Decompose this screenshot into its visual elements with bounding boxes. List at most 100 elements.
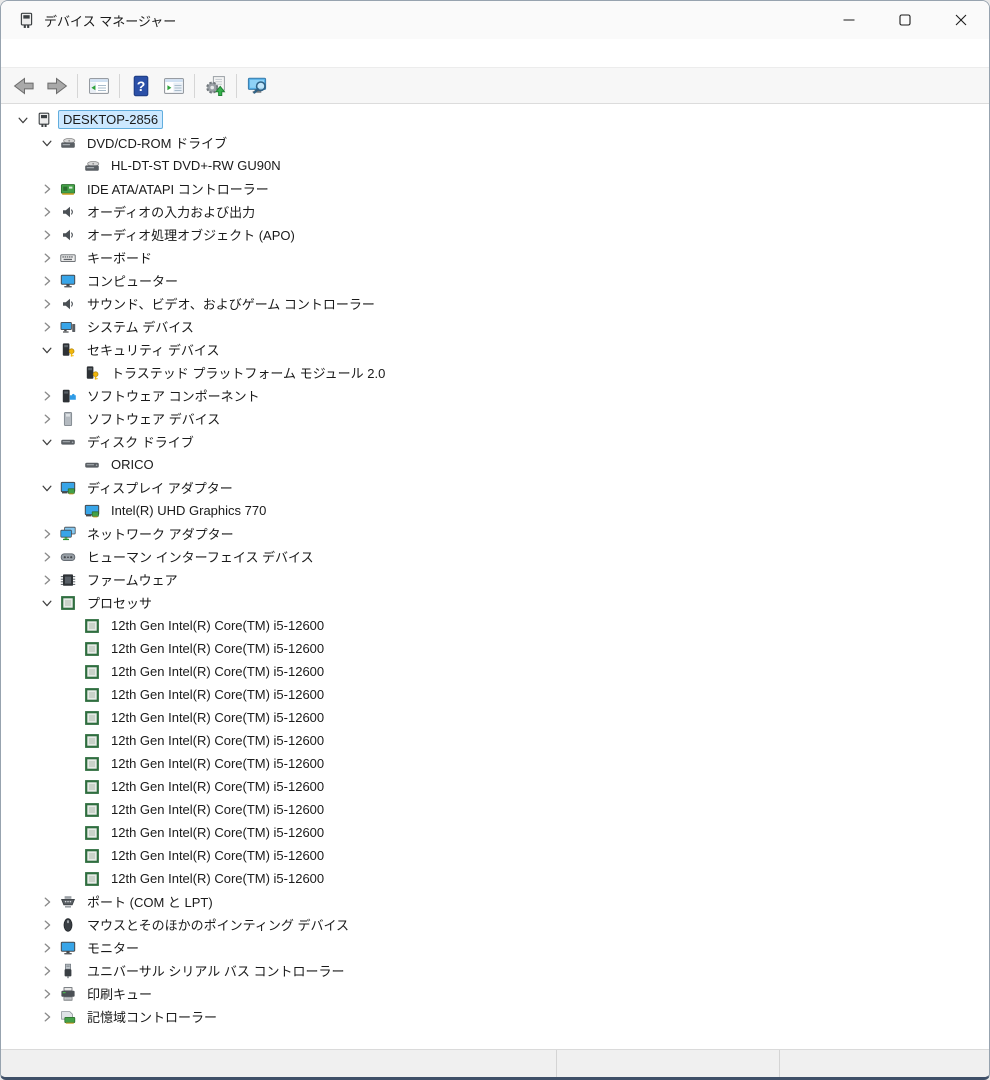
help-button[interactable]: ? (124, 71, 157, 101)
tree-item[interactable]: 12th Gen Intel(R) Core(TM) i5-12600 (1, 867, 989, 890)
chevron-right-icon[interactable] (35, 246, 59, 269)
svg-text:?: ? (136, 78, 145, 94)
tree-item-label: 12th Gen Intel(R) Core(TM) i5-12600 (106, 616, 329, 635)
tree-item[interactable]: 12th Gen Intel(R) Core(TM) i5-12600 (1, 729, 989, 752)
chevron-right-icon[interactable] (35, 315, 59, 338)
tree-item[interactable]: 12th Gen Intel(R) Core(TM) i5-12600 (1, 683, 989, 706)
tree-item-label: オーディオの入力および出力 (82, 200, 260, 223)
expander-spacer (59, 154, 83, 177)
window-controls (821, 1, 989, 39)
tree-item[interactable]: ネットワーク アダプター (1, 522, 989, 545)
menu-item-action[interactable] (33, 49, 55, 57)
tree-item[interactable]: ポート (COM と LPT) (1, 890, 989, 913)
tree-item[interactable]: システム デバイス (1, 315, 989, 338)
chevron-right-icon[interactable] (35, 269, 59, 292)
tree-item[interactable]: Intel(R) UHD Graphics 770 (1, 499, 989, 522)
chevron-right-icon[interactable] (35, 223, 59, 246)
tree-item[interactable]: オーディオの入力および出力 (1, 200, 989, 223)
tree-item[interactable]: 12th Gen Intel(R) Core(TM) i5-12600 (1, 844, 989, 867)
tree-item[interactable]: 12th Gen Intel(R) Core(TM) i5-12600 (1, 637, 989, 660)
chevron-right-icon[interactable] (35, 545, 59, 568)
chevron-down-icon[interactable] (35, 338, 59, 361)
chevron-right-icon[interactable] (35, 407, 59, 430)
window-title: デバイス マネージャー (44, 11, 176, 30)
processor-icon (83, 733, 101, 749)
chevron-down-icon[interactable] (35, 476, 59, 499)
tree-item[interactable]: コンピューター (1, 269, 989, 292)
tree-item[interactable]: DVD/CD-ROM ドライブ (1, 131, 989, 154)
close-button[interactable] (933, 1, 989, 39)
menu-item-help[interactable] (87, 49, 109, 57)
tree-item[interactable]: ソフトウェア コンポーネント (1, 384, 989, 407)
tree-item[interactable]: ORICO (1, 453, 989, 476)
tree-item[interactable]: ファームウェア (1, 568, 989, 591)
tree-item[interactable]: ディスプレイ アダプター (1, 476, 989, 499)
tree-item[interactable]: 記憶域コントローラー (1, 1005, 989, 1028)
update-driver-button[interactable] (199, 71, 232, 101)
chevron-right-icon[interactable] (35, 890, 59, 913)
back-button[interactable] (7, 71, 40, 101)
tree-item-label: IDE ATA/ATAPI コントローラー (82, 177, 274, 200)
tree-item[interactable]: モニター (1, 936, 989, 959)
titlebar: デバイス マネージャー (1, 1, 989, 39)
tree-item[interactable]: ヒューマン インターフェイス デバイス (1, 545, 989, 568)
tree-item[interactable]: 12th Gen Intel(R) Core(TM) i5-12600 (1, 821, 989, 844)
tree-item[interactable]: サウンド、ビデオ、およびゲーム コントローラー (1, 292, 989, 315)
chevron-down-icon[interactable] (35, 591, 59, 614)
scan-hardware-button[interactable] (241, 71, 274, 101)
tree-item[interactable]: プロセッサ (1, 591, 989, 614)
audio-icon (59, 296, 77, 312)
chevron-right-icon[interactable] (35, 384, 59, 407)
chevron-right-icon[interactable] (35, 522, 59, 545)
tree-item[interactable]: DESKTOP-2856 (1, 108, 989, 131)
tree-item-label: モニター (82, 936, 144, 959)
chevron-right-icon[interactable] (35, 1005, 59, 1028)
tree-item[interactable]: キーボード (1, 246, 989, 269)
chevron-right-icon[interactable] (35, 959, 59, 982)
tree-item[interactable]: 12th Gen Intel(R) Core(TM) i5-12600 (1, 614, 989, 637)
forward-button[interactable] (40, 71, 73, 101)
tree-item[interactable]: 12th Gen Intel(R) Core(TM) i5-12600 (1, 798, 989, 821)
chevron-right-icon[interactable] (35, 982, 59, 1005)
chevron-right-icon[interactable] (35, 913, 59, 936)
audio-icon (59, 227, 77, 243)
tree-item-label: 12th Gen Intel(R) Core(TM) i5-12600 (106, 869, 329, 888)
tree-item[interactable]: 12th Gen Intel(R) Core(TM) i5-12600 (1, 660, 989, 683)
tree-item[interactable]: トラステッド プラットフォーム モジュール 2.0 (1, 361, 989, 384)
tree-item[interactable]: 印刷キュー (1, 982, 989, 1005)
disk-drive-icon (83, 457, 101, 473)
chevron-right-icon[interactable] (35, 177, 59, 200)
chevron-down-icon[interactable] (35, 430, 59, 453)
tree-item[interactable]: IDE ATA/ATAPI コントローラー (1, 177, 989, 200)
tree-item[interactable]: 12th Gen Intel(R) Core(TM) i5-12600 (1, 706, 989, 729)
tree-item-label: オーディオ処理オブジェクト (APO) (82, 223, 300, 246)
tree-item-label: プロセッサ (82, 591, 157, 614)
tree-item-label: 12th Gen Intel(R) Core(TM) i5-12600 (106, 662, 329, 681)
toolbar-separator (119, 74, 120, 98)
tree-item[interactable]: HL-DT-ST DVD+-RW GU90N (1, 154, 989, 177)
tree-item[interactable]: 12th Gen Intel(R) Core(TM) i5-12600 (1, 752, 989, 775)
console-tree-button[interactable] (82, 71, 115, 101)
chevron-right-icon[interactable] (35, 568, 59, 591)
minimize-button[interactable] (821, 1, 877, 39)
chevron-right-icon[interactable] (35, 292, 59, 315)
properties-button[interactable] (157, 71, 190, 101)
tree-item-label: 印刷キュー (82, 982, 157, 1005)
tree-item[interactable]: 12th Gen Intel(R) Core(TM) i5-12600 (1, 775, 989, 798)
chevron-down-icon[interactable] (35, 131, 59, 154)
menu-item-view[interactable] (60, 49, 82, 57)
processor-icon (59, 595, 77, 611)
tree-item[interactable]: セキュリティ デバイス (1, 338, 989, 361)
tree-item[interactable]: オーディオ処理オブジェクト (APO) (1, 223, 989, 246)
menu-item-file[interactable] (6, 49, 28, 57)
tree-item[interactable]: ユニバーサル シリアル バス コントローラー (1, 959, 989, 982)
tree-item[interactable]: ディスク ドライブ (1, 430, 989, 453)
tree-item[interactable]: マウスとそのほかのポインティング デバイス (1, 913, 989, 936)
maximize-button[interactable] (877, 1, 933, 39)
chevron-right-icon[interactable] (35, 936, 59, 959)
properties-icon (162, 74, 186, 98)
chevron-right-icon[interactable] (35, 200, 59, 223)
chevron-down-icon[interactable] (11, 108, 35, 131)
expander-spacer (59, 614, 83, 637)
tree-item[interactable]: ソフトウェア デバイス (1, 407, 989, 430)
